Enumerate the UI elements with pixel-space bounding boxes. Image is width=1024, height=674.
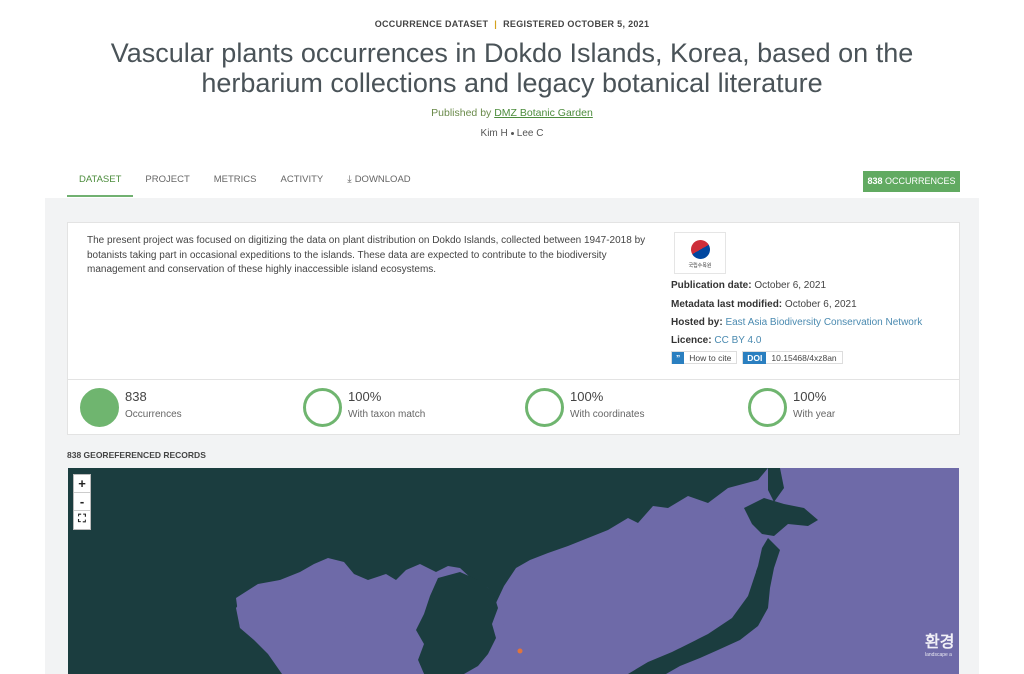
metric-coordinates[interactable]: 100% With coordinates xyxy=(525,388,644,427)
metric-circle-icon xyxy=(525,388,564,427)
tab-metrics[interactable]: METRICS xyxy=(202,166,269,197)
publication-date-value: October 6, 2021 xyxy=(754,280,827,291)
page-title: Vascular plants occurrences in Dokdo Isl… xyxy=(110,38,914,98)
occurrence-point xyxy=(517,648,523,654)
metric-value: 100% xyxy=(570,389,604,404)
metric-label: With coordinates xyxy=(570,409,645,420)
doi-link[interactable]: DOI 10.15468/4xz8an xyxy=(742,351,843,364)
metadata-modified-label: Metadata last modified: xyxy=(671,299,783,310)
doi-badge: DOI xyxy=(743,351,767,364)
georeferenced-records-heading: 838 GEOREFERENCED RECORDS xyxy=(67,450,206,460)
how-to-cite-label: How to cite xyxy=(689,352,732,363)
taegeuk-emblem-icon xyxy=(687,236,714,263)
hosted-by: Hosted by: East Asia Biodiversity Conser… xyxy=(671,317,922,328)
tab-project[interactable]: PROJECT xyxy=(133,166,201,197)
dataset-page: OCCURRENCE DATASET | REGISTERED OCTOBER 5,… xyxy=(0,0,1024,674)
tab-activity[interactable]: ACTIVITY xyxy=(269,166,336,197)
how-to-cite-button[interactable]: ” How to cite xyxy=(671,351,738,364)
logo-org-text: 국립수목원 xyxy=(688,263,712,269)
metadata-modified: Metadata last modified: October 6, 2021 xyxy=(671,299,857,310)
metric-value: 100% xyxy=(793,389,827,404)
citation-row: ” How to cite DOI 10.15468/4xz8an xyxy=(671,351,843,364)
hosted-by-label: Hosted by: xyxy=(671,317,723,328)
dataset-type: OCCURRENCE DATASET xyxy=(374,19,489,29)
registered-date: REGISTERED OCTOBER 5, 2021 xyxy=(503,19,650,29)
zoom-out-button[interactable]: - xyxy=(74,493,90,511)
map-zoom-controls: + - ⛶ xyxy=(73,474,91,530)
watermark-subtext: landscape a xyxy=(925,652,952,658)
japan-hokkaido xyxy=(744,498,818,536)
sakhalin xyxy=(768,468,784,502)
licence: Licence: CC BY 4.0 xyxy=(671,335,761,346)
metric-label: With year xyxy=(793,409,836,420)
licence-label: Licence: xyxy=(671,335,712,346)
watermark-text: 환경 xyxy=(925,634,955,651)
occurrences-count: 838 xyxy=(867,176,883,186)
tab-download-label: DOWNLOAD xyxy=(354,174,411,185)
metrics-card: 838 Occurrences 100% With taxon match 100%… xyxy=(67,380,960,435)
dataset-description: The present project was focused on digit… xyxy=(87,235,646,275)
metric-circle-icon xyxy=(80,388,119,427)
publication-date-label: Publication date: xyxy=(671,280,752,291)
metric-year[interactable]: 100% With year xyxy=(748,388,835,427)
published-by: Published by DMZ Botanic Garden xyxy=(0,107,1024,119)
doi-value: 10.15468/4xz8an xyxy=(771,352,837,363)
metric-taxon-match[interactable]: 100% With taxon match xyxy=(303,388,425,427)
watermark-logo: 환경 landscape a xyxy=(925,628,954,658)
occurrence-map[interactable] xyxy=(68,468,959,674)
occurrences-button[interactable]: 838 OCCURRENCES xyxy=(863,171,960,192)
quote-icon: ” xyxy=(672,351,685,364)
metric-label: With taxon match xyxy=(348,409,426,420)
publisher-logo[interactable]: 국립수목원 xyxy=(674,232,726,274)
metric-value: 838 xyxy=(125,389,147,404)
map-canvas xyxy=(68,468,818,674)
author-link[interactable]: Kim H xyxy=(481,128,508,139)
authors: Kim H Lee C xyxy=(0,128,1024,139)
host-link[interactable]: East Asia Biodiversity Conservation Netw… xyxy=(725,317,922,328)
korean-peninsula xyxy=(416,572,498,674)
description-card: The present project was focused on digit… xyxy=(67,222,960,380)
published-prefix: Published by xyxy=(431,107,492,119)
publisher-link[interactable]: DMZ Botanic Garden xyxy=(494,107,593,119)
fullscreen-icon[interactable]: ⛶ xyxy=(74,511,90,529)
metric-label: Occurrences xyxy=(125,409,182,420)
metric-value: 100% xyxy=(348,389,382,404)
licence-link[interactable]: CC BY 4.0 xyxy=(714,335,761,346)
metric-occurrences[interactable]: 838 Occurrences xyxy=(80,388,182,427)
metric-circle-icon xyxy=(303,388,342,427)
yellow-sea xyxy=(324,616,424,674)
zoom-in-button[interactable]: + xyxy=(74,475,90,493)
publication-date: Publication date: October 6, 2021 xyxy=(671,280,826,291)
tab-download[interactable]: ⤓ DOWNLOAD xyxy=(335,166,422,197)
metadata-modified-value: October 6, 2021 xyxy=(784,299,857,310)
download-icon: ⤓ xyxy=(347,174,352,185)
tab-dataset[interactable]: DATASET xyxy=(67,166,134,197)
metric-circle-icon xyxy=(748,388,787,427)
author-link[interactable]: Lee C xyxy=(517,128,544,139)
occurrences-label: OCCURRENCES xyxy=(885,176,956,186)
dataset-eyebrow: OCCURRENCE DATASET | REGISTERED OCTOBER 5,… xyxy=(374,19,650,29)
dataset-tabs: DATASET PROJECT METRICS ACTIVITY ⤓ DOWNLO… xyxy=(67,166,423,198)
